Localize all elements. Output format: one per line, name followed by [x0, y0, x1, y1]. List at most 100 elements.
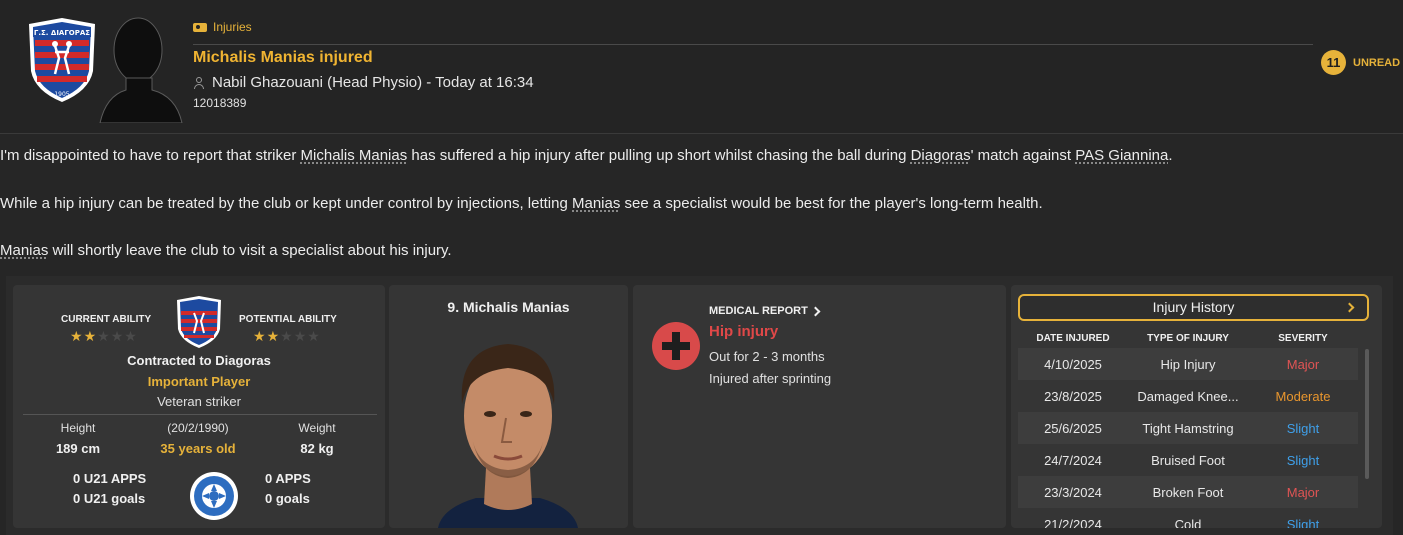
profile-divider	[23, 414, 377, 415]
opponent-link[interactable]: PAS Giannina	[1075, 147, 1168, 164]
club-link[interactable]: Diagoras	[911, 147, 971, 164]
star-icon: ★	[293, 328, 307, 344]
injury-history-label: Injury History	[1152, 299, 1235, 315]
scrollbar[interactable]	[1365, 349, 1369, 479]
category-label: Injuries	[213, 20, 252, 34]
player-name[interactable]: 9. Michalis Manias	[389, 299, 628, 315]
unread-count-badge: 11	[1321, 50, 1346, 75]
date-of-birth: (20/2/1990)	[167, 421, 229, 435]
medical-report-card: MEDICAL REPORT Hip injury Out for 2 - 3 …	[633, 285, 1006, 528]
star-icon: ★	[110, 328, 124, 344]
message-body: I'm disappointed to have to report that …	[0, 146, 1400, 289]
injury-type: Bruised Foot	[1151, 452, 1225, 468]
star-icon: ★	[124, 328, 137, 344]
height-value: 189 cm	[55, 441, 101, 456]
injury-type: Damaged Knee...	[1137, 388, 1239, 404]
star-icon: ★	[70, 328, 83, 344]
player-photo	[438, 344, 578, 528]
chevron-right-icon	[1344, 302, 1355, 313]
injury-date: 4/10/2025	[1044, 356, 1102, 372]
category-tag[interactable]: Injuries	[193, 20, 252, 34]
age-value: 35 years old	[160, 441, 236, 456]
apps: 0 APPS	[265, 471, 311, 486]
svg-text:Γ.Σ. ΔΙΑΓΟΡΑΣ: Γ.Σ. ΔΙΑΓΟΡΑΣ	[34, 29, 90, 37]
header-divider	[193, 44, 1313, 45]
senior-stats: 0 APPS 0 goals	[265, 469, 311, 509]
tag-icon	[193, 22, 207, 32]
table-row[interactable]: 21/2/2024 Cold Slight	[1018, 508, 1358, 529]
weight-value: 82 kg	[300, 441, 334, 456]
height-stat: Height 189 cm	[18, 421, 138, 456]
svg-text:1905: 1905	[54, 91, 69, 98]
table-row[interactable]: 4/10/2025 Hip Injury Major	[1018, 348, 1358, 380]
medical-report-link[interactable]: MEDICAL REPORT	[709, 305, 821, 317]
star-icon: ★	[97, 328, 110, 344]
injury-type: Hip Injury	[1160, 356, 1216, 372]
star-icon: ★	[253, 328, 266, 344]
injury-history-card: Injury History DATE INJURED TYPE OF INJU…	[1011, 285, 1382, 528]
chevron-right-icon	[810, 306, 821, 316]
club-crest-icon[interactable]: Γ.Σ. ΔΙΑΓΟΡΑΣ 1905	[25, 16, 99, 104]
sender-row: Nabil Ghazouani (Head Physio) - Today at…	[193, 74, 534, 91]
injury-severity: Slight	[1286, 420, 1320, 436]
player-link[interactable]: Manias	[572, 195, 620, 212]
injury-severity: Slight	[1286, 516, 1320, 529]
weight-stat: Weight 82 kg	[257, 421, 377, 456]
injury-date: 24/7/2024	[1044, 452, 1102, 468]
player-link[interactable]: Manias	[0, 242, 48, 259]
star-icon: ★	[83, 328, 97, 344]
person-icon	[193, 76, 205, 89]
injury-type: Tight Hamstring	[1142, 420, 1234, 436]
injury-history-button[interactable]: Injury History	[1018, 294, 1369, 321]
player-description: Veteran striker	[157, 394, 241, 409]
player-link[interactable]: Michalis Manias	[301, 147, 408, 164]
body-paragraph: While a hip injury can be treated by the…	[0, 194, 1043, 212]
star-icon: ★	[280, 328, 293, 344]
player-profile-card: CURRENT ABILITY ★ ★ ★ ★ ★ POTENTIAL ABILITY …	[13, 285, 385, 528]
injury-date: 23/3/2024	[1044, 484, 1102, 500]
sender-text[interactable]: Nabil Ghazouani (Head Physio) - Today at…	[212, 74, 534, 91]
injury-date: 25/6/2025	[1044, 420, 1102, 436]
current-ability-label: CURRENT ABILITY	[61, 314, 152, 325]
table-row[interactable]: 25/6/2025 Tight Hamstring Slight	[1018, 412, 1358, 444]
sender-silhouette-icon	[99, 17, 183, 123]
injury-type: Broken Foot	[1152, 484, 1224, 500]
u21-stats: 0 U21 APPS 0 U21 goals	[73, 469, 146, 509]
medical-report-heading: MEDICAL REPORT	[709, 305, 808, 317]
column-header-date[interactable]: DATE INJURED	[1018, 333, 1128, 344]
injury-duration: Out for 2 - 3 months	[709, 349, 825, 364]
injury-name: Hip injury	[709, 323, 779, 340]
height-label: Height	[60, 421, 96, 435]
injury-severity: Major	[1286, 356, 1320, 372]
injury-severity: Major	[1286, 484, 1320, 500]
current-ability-stars: ★ ★ ★ ★ ★	[70, 328, 137, 344]
squad-role: Important Player	[147, 374, 251, 389]
message-id: 12018389	[193, 96, 247, 110]
table-row[interactable]: 23/3/2024 Broken Foot Major	[1018, 476, 1358, 508]
injury-severity: Slight	[1286, 452, 1320, 468]
injury-history-list: 4/10/2025 Hip Injury Major 23/8/2025 Damaged…	[1018, 348, 1358, 528]
unread-label: UNREAD	[1353, 56, 1401, 69]
potential-ability-label: POTENTIAL ABILITY	[239, 314, 337, 325]
injury-date: 23/8/2025	[1044, 388, 1102, 404]
unread-indicator[interactable]: 11 UNREAD	[1321, 50, 1400, 75]
goals: 0 goals	[265, 491, 310, 506]
league-logo-icon	[190, 472, 238, 520]
club-crest-icon[interactable]	[175, 295, 223, 349]
star-icon: ★	[266, 328, 280, 344]
player-photo-card[interactable]: 9. Michalis Manias	[389, 285, 628, 528]
table-row[interactable]: 23/8/2025 Damaged Knee... Moderate	[1018, 380, 1358, 412]
column-header-type[interactable]: TYPE OF INJURY	[1128, 333, 1248, 344]
table-row[interactable]: 24/7/2024 Bruised Foot Slight	[1018, 444, 1358, 476]
medical-cross-icon	[652, 322, 700, 370]
injury-severity: Moderate	[1275, 388, 1331, 404]
u21-apps: 0 U21 APPS	[73, 471, 147, 486]
injury-date: 21/2/2024	[1044, 516, 1102, 529]
injury-cause: Injured after sprinting	[709, 371, 832, 386]
age-stat: (20/2/1990) 35 years old	[138, 421, 258, 456]
body-paragraph: I'm disappointed to have to report that …	[0, 147, 1173, 164]
contract-status: Contracted to Diagoras	[127, 353, 271, 368]
u21-goals: 0 U21 goals	[73, 491, 146, 506]
star-icon: ★	[307, 328, 320, 344]
column-header-severity[interactable]: SEVERITY	[1248, 333, 1358, 344]
